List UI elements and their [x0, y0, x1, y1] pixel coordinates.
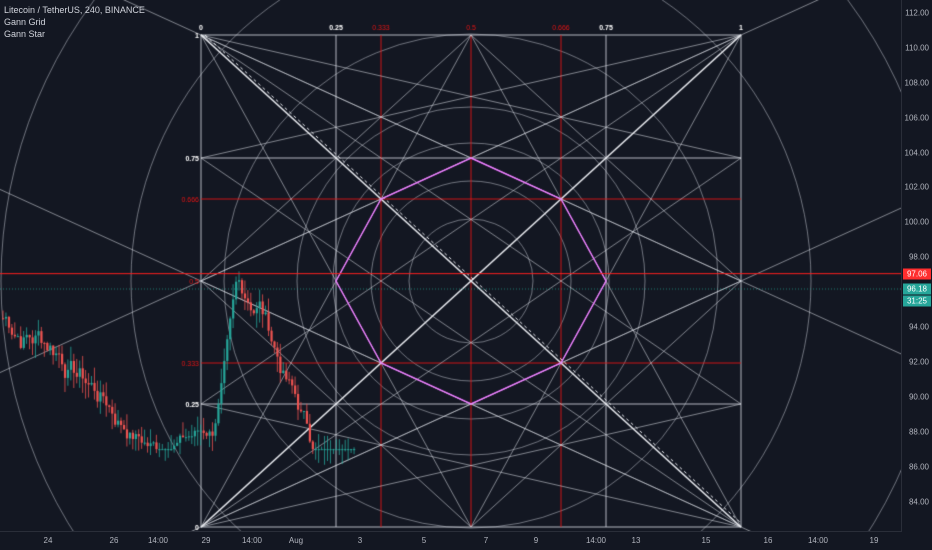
time-tick: 5: [421, 536, 427, 545]
price-tick: 106.00: [904, 113, 929, 123]
time-tick: 15: [701, 536, 711, 545]
current-price-badge: 97.06: [903, 268, 931, 280]
price-tick: 86.00: [908, 462, 929, 472]
chart-legend: Litecoin / TetherUS, 240, BINANCE Gann G…: [4, 4, 145, 40]
time-tick: Aug: [288, 536, 304, 545]
price-tick: 88.00: [908, 427, 929, 437]
price-tick: 94.00: [908, 322, 929, 332]
price-tick: 108.00: [904, 78, 929, 88]
indicator-gann-star[interactable]: Gann Star: [4, 28, 145, 40]
time-tick: 19: [869, 536, 879, 545]
price-tick: 98.00: [908, 252, 929, 262]
time-tick: 9: [533, 536, 539, 545]
time-tick: 7: [483, 536, 489, 545]
price-tick: 104.00: [904, 148, 929, 158]
time-tick: 14:00: [241, 536, 263, 545]
time-tick: 14:00: [807, 536, 829, 545]
time-tick: 3: [357, 536, 363, 545]
price-axis[interactable]: 112.00 110.00 108.00 106.00 104.00 102.00 100.…: [901, 0, 932, 532]
symbol-title[interactable]: Litecoin / TetherUS, 240, BINANCE: [4, 4, 145, 16]
time-tick: 16: [763, 536, 773, 545]
price-tick: 110.00: [905, 43, 929, 53]
countdown-badge: 31:25: [903, 295, 931, 307]
last-price-badge: 96.18: [903, 283, 931, 295]
price-tick: 84.00: [908, 497, 929, 506]
price-tick: 102.00: [904, 182, 929, 192]
time-tick: 14:00: [147, 536, 169, 545]
price-tick: 90.00: [908, 392, 929, 402]
chart-canvas[interactable]: [0, 0, 932, 550]
price-tick: 112.00: [905, 8, 929, 18]
time-axis[interactable]: 24 26 14:00 29 14:00 Aug 3 5 7 9 14:00 13 15 16 14:00 1…: [0, 531, 902, 550]
time-tick: 24: [43, 536, 53, 545]
price-tick: 92.00: [908, 357, 929, 367]
time-tick: 29: [201, 536, 211, 545]
time-tick: 14:00: [585, 536, 607, 545]
time-tick: 13: [631, 536, 641, 545]
price-tick: 100.00: [904, 217, 929, 227]
time-tick: 26: [109, 536, 119, 545]
indicator-gann-grid[interactable]: Gann Grid: [4, 16, 145, 28]
